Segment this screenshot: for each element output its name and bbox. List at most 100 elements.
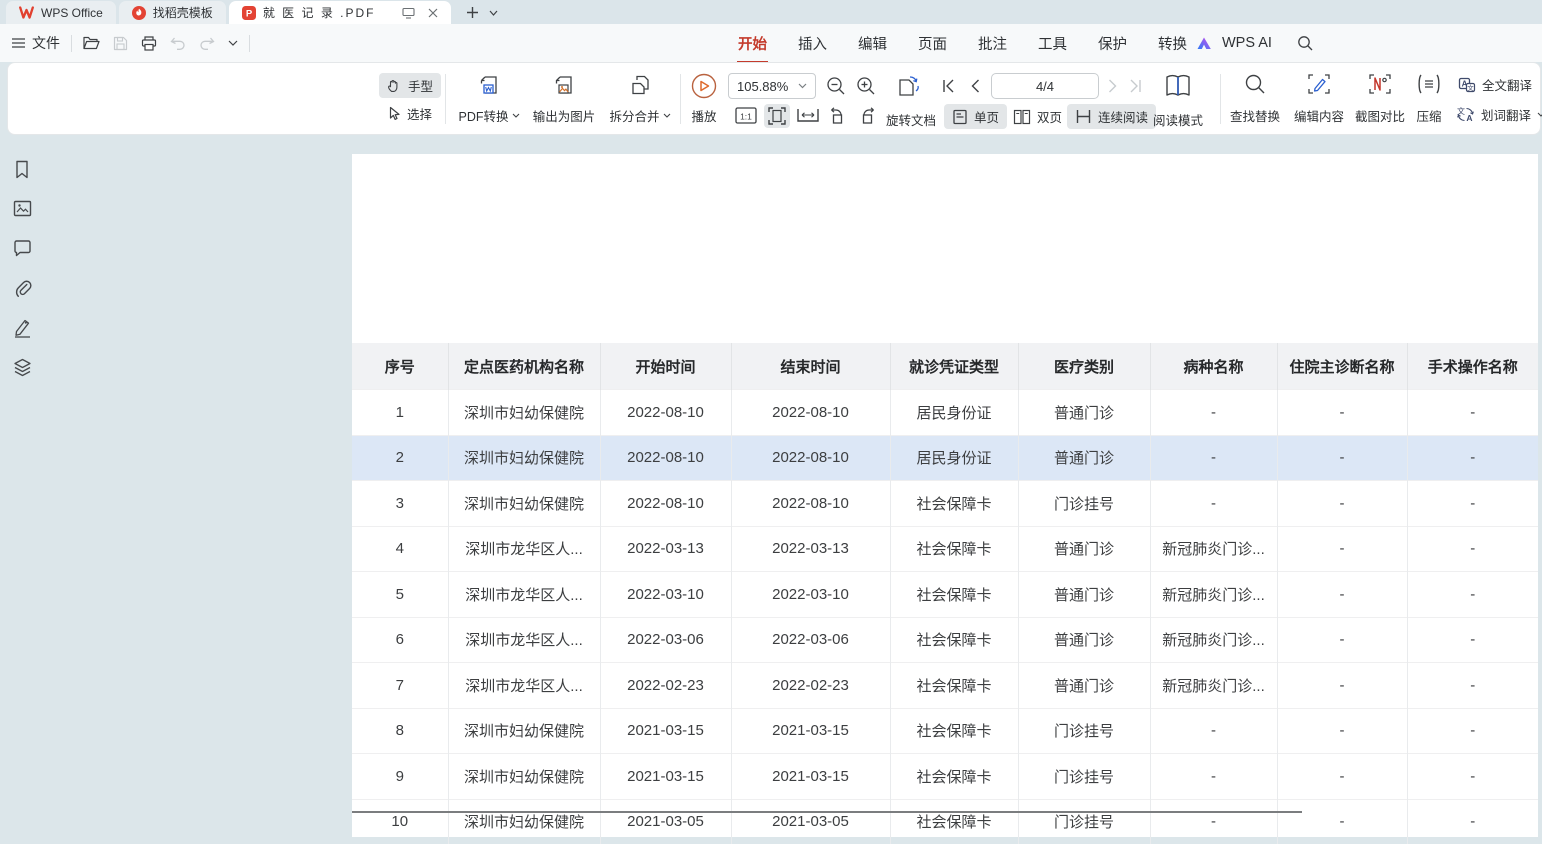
table-cell: 深圳市妇幼保健院 <box>448 708 600 754</box>
divider <box>249 35 250 52</box>
table-cell: 2022-02-23 <box>600 663 731 709</box>
close-tab-icon[interactable] <box>428 8 438 18</box>
pdf-page-canvas[interactable]: 序号定点医药机构名称开始时间结束时间就诊凭证类型医疗类别病种名称住院主诊断名称手… <box>352 154 1538 837</box>
table-cell: 2022-08-10 <box>731 390 890 436</box>
table-header-cell: 定点医药机构名称 <box>448 343 600 390</box>
first-page-icon[interactable] <box>942 79 956 93</box>
tab-protect[interactable]: 保护 <box>1097 31 1128 56</box>
wps-ai-button[interactable]: WPS AI <box>1222 35 1272 51</box>
screenshot-compare-label: 截图对比 <box>1355 106 1405 125</box>
table-cell: 10 <box>352 799 448 844</box>
open-file-icon[interactable] <box>83 36 100 50</box>
file-menu-button[interactable]: 文件 <box>12 33 60 53</box>
table-cell: 门诊挂号 <box>1018 754 1150 800</box>
single-page-label: 单页 <box>974 107 999 126</box>
table-cell: 2021-03-05 <box>600 799 731 844</box>
read-mode-book-icon[interactable] <box>1163 72 1193 100</box>
print-icon[interactable] <box>141 36 157 51</box>
screenshot-compare-button[interactable]: 截图对比 <box>1349 73 1411 125</box>
split-merge-button[interactable]: 拆分合并 <box>604 73 676 125</box>
zoom-out-icon[interactable] <box>826 76 846 96</box>
layers-icon[interactable] <box>13 358 32 377</box>
hand-tool-label: 手型 <box>408 76 433 95</box>
tab-tools[interactable]: 工具 <box>1037 31 1068 56</box>
tab-docer-templates[interactable]: 找稻壳模板 <box>119 1 226 24</box>
actual-size-icon[interactable]: 1:1 <box>735 107 757 124</box>
table-row: 10深圳市妇幼保健院2021-03-052021-03-05社会保障卡门诊挂号-… <box>352 799 1538 844</box>
table-cell: 深圳市妇幼保健院 <box>448 754 600 800</box>
table-row: 5深圳市龙华区人...2022-03-102022-03-10社会保障卡普通门诊… <box>352 572 1538 618</box>
window-tab-bar: WPS Office 找稻壳模板 P 就 医 记 录 .PDF <box>0 0 1542 24</box>
last-page-icon[interactable] <box>1128 79 1142 93</box>
split-merge-icon <box>628 73 652 97</box>
table-cell: - <box>1277 708 1407 754</box>
present-on-screen-icon[interactable] <box>402 7 415 19</box>
compress-button[interactable]: 压缩 <box>1407 73 1451 125</box>
single-page-button[interactable]: 单页 <box>944 104 1007 129</box>
table-row: 7深圳市龙华区人...2022-02-232022-02-23社会保障卡普通门诊… <box>352 663 1538 709</box>
tab-wps-office[interactable]: WPS Office <box>6 1 116 24</box>
svg-text:1:1: 1:1 <box>740 112 752 122</box>
tab-label: WPS Office <box>41 6 103 20</box>
compress-label: 压缩 <box>1416 106 1441 125</box>
redo-icon[interactable] <box>199 37 215 50</box>
tab-list-chevron-icon[interactable] <box>489 10 498 16</box>
rotate-doc-label[interactable]: 旋转文档 <box>886 110 936 129</box>
table-cell: 社会保障卡 <box>890 617 1018 663</box>
export-image-button[interactable]: 输出为图片 <box>526 73 602 125</box>
rotate-right-icon[interactable] <box>857 106 877 125</box>
fit-page-icon[interactable] <box>764 104 790 128</box>
table-cell: 2 <box>352 435 448 481</box>
table-cell: 门诊挂号 <box>1018 799 1150 844</box>
table-cell: 深圳市妇幼保健院 <box>448 481 600 527</box>
table-cell: 新冠肺炎门诊... <box>1150 617 1277 663</box>
table-row: 8深圳市妇幼保健院2021-03-152021-03-15社会保障卡门诊挂号--… <box>352 708 1538 754</box>
select-tool-button[interactable]: 选择 <box>379 101 440 126</box>
next-page-icon[interactable] <box>1108 79 1118 93</box>
table-header-cell: 开始时间 <box>600 343 731 390</box>
tab-document-pdf[interactable]: P 就 医 记 录 .PDF <box>229 1 451 24</box>
play-button[interactable]: 播放 <box>686 73 722 125</box>
hand-tool-button[interactable]: 手型 <box>379 73 441 98</box>
page-number-input[interactable]: 4/4 <box>991 73 1099 99</box>
table-cell: 深圳市龙华区人... <box>448 617 600 663</box>
comment-icon[interactable] <box>13 240 32 257</box>
fit-width-icon[interactable] <box>797 108 819 122</box>
signature-pen-icon[interactable] <box>13 318 32 338</box>
table-cell: - <box>1277 526 1407 572</box>
tab-page[interactable]: 页面 <box>917 31 948 56</box>
table-cell: 普通门诊 <box>1018 526 1150 572</box>
table-cell: - <box>1407 708 1538 754</box>
table-cell: 门诊挂号 <box>1018 481 1150 527</box>
find-replace-button[interactable]: 查找替换 <box>1224 73 1286 125</box>
tab-edit[interactable]: 编辑 <box>857 31 888 56</box>
full-translate-button[interactable]: A文 全文翻译 <box>1454 73 1536 96</box>
attachment-icon[interactable] <box>13 279 32 298</box>
read-mode-label[interactable]: 阅读模式 <box>1153 110 1203 129</box>
table-cell: 5 <box>352 572 448 618</box>
edit-content-button[interactable]: 编辑内容 <box>1288 73 1350 125</box>
continuous-read-button[interactable]: 连续阅读 <box>1067 104 1156 129</box>
new-tab-button[interactable] <box>466 6 479 19</box>
tab-home[interactable]: 开始 <box>737 31 768 56</box>
tab-insert[interactable]: 插入 <box>797 31 828 56</box>
pdf-convert-button[interactable]: PDF转换 <box>451 73 527 125</box>
tab-convert[interactable]: 转换 <box>1157 31 1188 56</box>
save-icon[interactable] <box>113 36 128 51</box>
compress-icon <box>1416 73 1442 95</box>
search-icon[interactable] <box>1297 35 1313 51</box>
rotate-left-icon[interactable] <box>828 106 848 125</box>
zoom-level-select[interactable]: 105.88% <box>728 73 816 99</box>
undo-icon[interactable] <box>170 37 186 50</box>
rotate-pages-icon[interactable] <box>896 74 922 98</box>
split-merge-label: 拆分合并 <box>609 106 659 125</box>
bookmark-icon[interactable] <box>13 160 31 179</box>
prev-page-icon[interactable] <box>970 79 980 93</box>
qat-more-chevron-icon[interactable] <box>228 40 238 46</box>
word-translate-button[interactable]: 文A 划词翻译 <box>1452 103 1542 126</box>
page-indicator: 4/4 <box>1036 79 1054 94</box>
pdf-file-icon: P <box>242 6 256 20</box>
thumbnail-icon[interactable] <box>13 200 32 217</box>
tab-comment[interactable]: 批注 <box>977 31 1008 56</box>
zoom-in-icon[interactable] <box>856 76 876 96</box>
